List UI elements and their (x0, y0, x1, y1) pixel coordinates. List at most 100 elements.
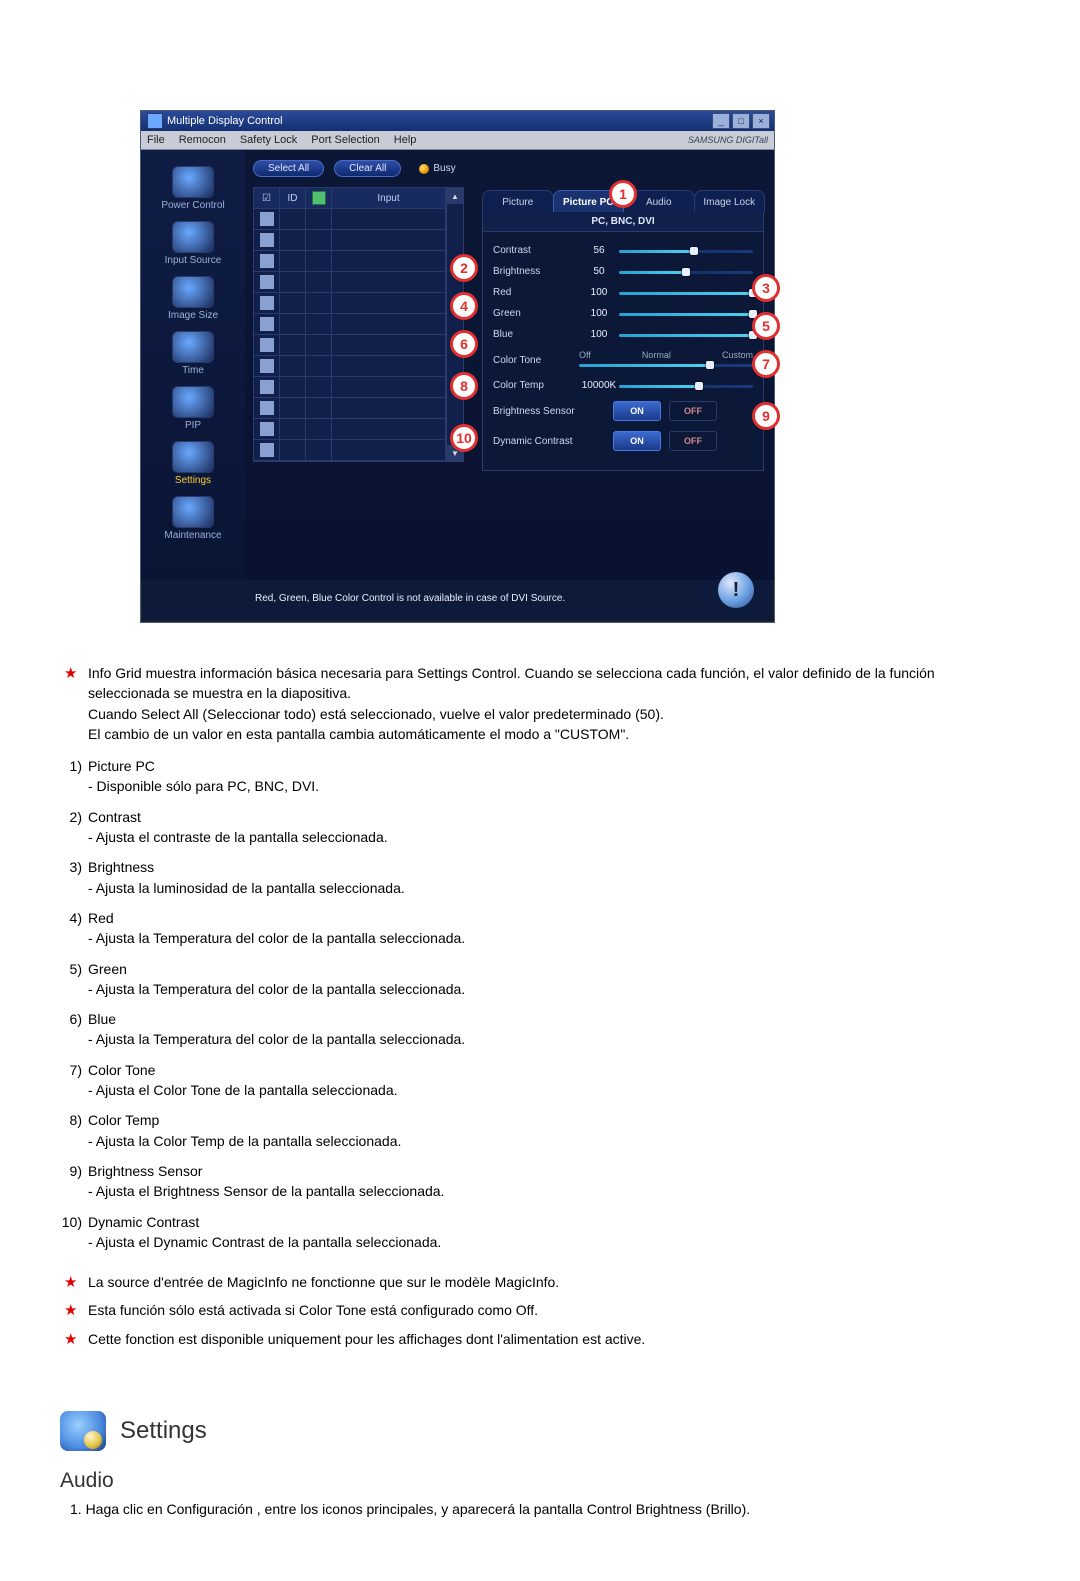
table-cell (280, 419, 306, 440)
dynamic-contrast-on[interactable]: ON (613, 431, 661, 451)
intro-text: El cambio de un valor en esta pantalla c… (88, 726, 629, 742)
table-cell (332, 356, 446, 377)
table-cell (332, 377, 446, 398)
slider[interactable] (619, 309, 753, 319)
item-number: 8) (60, 1110, 82, 1130)
checkbox[interactable] (260, 422, 274, 436)
table-cell[interactable] (254, 356, 280, 377)
slider[interactable] (619, 330, 753, 340)
table-cell (332, 272, 446, 293)
checkbox[interactable] (260, 212, 274, 226)
controls: Contrast56Brightness50Red100Green100Blue… (482, 232, 764, 471)
slider[interactable] (619, 288, 753, 298)
menu-remocon[interactable]: Remocon (179, 134, 226, 146)
grid-scrollbar[interactable]: ▲ ▼ (446, 188, 463, 461)
list-item: 6)Blue- Ajusta la Temperatura del color … (60, 1009, 1020, 1060)
nav-label: PIP (185, 420, 201, 431)
table-cell[interactable] (254, 272, 280, 293)
item-desc: - Ajusta la Color Temp de la pantalla se… (88, 1131, 1020, 1151)
nav-pip[interactable]: PIP (149, 382, 237, 433)
table-cell (306, 272, 332, 293)
item-number: 1) (60, 756, 82, 776)
col-id: ID (280, 188, 306, 209)
input-icon (172, 221, 214, 253)
item-desc: - Ajusta la Temperatura del color de la … (88, 928, 1020, 948)
table-cell[interactable] (254, 377, 280, 398)
nav-input-source[interactable]: Input Source (149, 217, 237, 268)
nav-maintenance[interactable]: Maintenance (149, 492, 237, 543)
grid-col-check (254, 209, 280, 461)
window-buttons: _ □ × (712, 113, 770, 129)
item-number: 4) (60, 908, 82, 928)
table-cell[interactable] (254, 440, 280, 461)
scroll-track[interactable] (447, 204, 463, 445)
checkbox[interactable] (260, 359, 274, 373)
color-temp-slider[interactable] (619, 381, 753, 391)
slider-value: 100 (579, 329, 619, 340)
tab-image-lock[interactable]: Image Lock (694, 190, 766, 212)
table-cell[interactable] (254, 209, 280, 230)
minimize-button[interactable]: _ (712, 113, 730, 129)
dynamic-contrast-off[interactable]: OFF (669, 431, 717, 451)
scroll-up-icon[interactable]: ▲ (447, 188, 463, 204)
select-all-button[interactable]: Select All (253, 160, 324, 177)
table-cell (306, 314, 332, 335)
checkbox[interactable] (260, 401, 274, 415)
tone-opt-off: Off (579, 350, 591, 360)
checkbox[interactable] (260, 296, 274, 310)
table-cell (280, 377, 306, 398)
checkbox[interactable] (260, 254, 274, 268)
checkbox[interactable] (260, 233, 274, 247)
table-cell[interactable] (254, 230, 280, 251)
color-tone-row: Color Tone Off Normal Custom (493, 345, 753, 375)
nav-power-control[interactable]: Power Control (149, 162, 237, 213)
callout-7: 7 (752, 350, 780, 378)
checkbox[interactable] (260, 317, 274, 331)
table-cell[interactable] (254, 314, 280, 335)
slider-label: Green (493, 308, 579, 319)
slider-row: Brightness50 (493, 261, 753, 282)
table-cell (280, 209, 306, 230)
menu-port-selection[interactable]: Port Selection (311, 134, 379, 146)
app-body: Power Control Input Source Image Size Ti… (141, 150, 774, 580)
table-cell[interactable] (254, 398, 280, 419)
slider-label: Brightness (493, 266, 579, 277)
callout-9: 9 (752, 402, 780, 430)
nav-image-size[interactable]: Image Size (149, 272, 237, 323)
table-cell[interactable] (254, 251, 280, 272)
brightness-sensor-off[interactable]: OFF (669, 401, 717, 421)
table-cell (306, 377, 332, 398)
menu-safety-lock[interactable]: Safety Lock (240, 134, 297, 146)
brightness-sensor-on[interactable]: ON (613, 401, 661, 421)
menu-help[interactable]: Help (394, 134, 417, 146)
slider[interactable] (619, 267, 753, 277)
slider-row: Contrast56 (493, 240, 753, 261)
table-cell[interactable] (254, 419, 280, 440)
nav-time[interactable]: Time (149, 327, 237, 378)
app-icon (147, 113, 163, 129)
maximize-button[interactable]: □ (732, 113, 750, 129)
maintenance-icon (172, 496, 214, 528)
table-cell (306, 356, 332, 377)
table-cell[interactable] (254, 335, 280, 356)
table-cell (306, 209, 332, 230)
checkbox[interactable] (260, 380, 274, 394)
checkbox[interactable] (260, 443, 274, 457)
color-tone-slider[interactable] (579, 360, 753, 370)
table-cell[interactable] (254, 293, 280, 314)
checkbox[interactable] (260, 338, 274, 352)
checkbox[interactable] (260, 275, 274, 289)
note-item: Esta función sólo está activada si Color… (60, 1300, 1020, 1322)
nav-settings[interactable]: Settings (149, 437, 237, 488)
content: Info Grid muestra información básica nec… (60, 663, 1020, 1517)
tab-picture[interactable]: Picture (482, 190, 554, 212)
callout-5: 5 (752, 312, 780, 340)
close-button[interactable]: × (752, 113, 770, 129)
col-input: Input (332, 188, 446, 209)
table-cell (332, 209, 446, 230)
callout-1: 1 (609, 180, 637, 208)
menu-file[interactable]: File (147, 134, 165, 146)
slider[interactable] (619, 246, 753, 256)
clear-all-button[interactable]: Clear All (334, 160, 401, 177)
slider-label: Contrast (493, 245, 579, 256)
